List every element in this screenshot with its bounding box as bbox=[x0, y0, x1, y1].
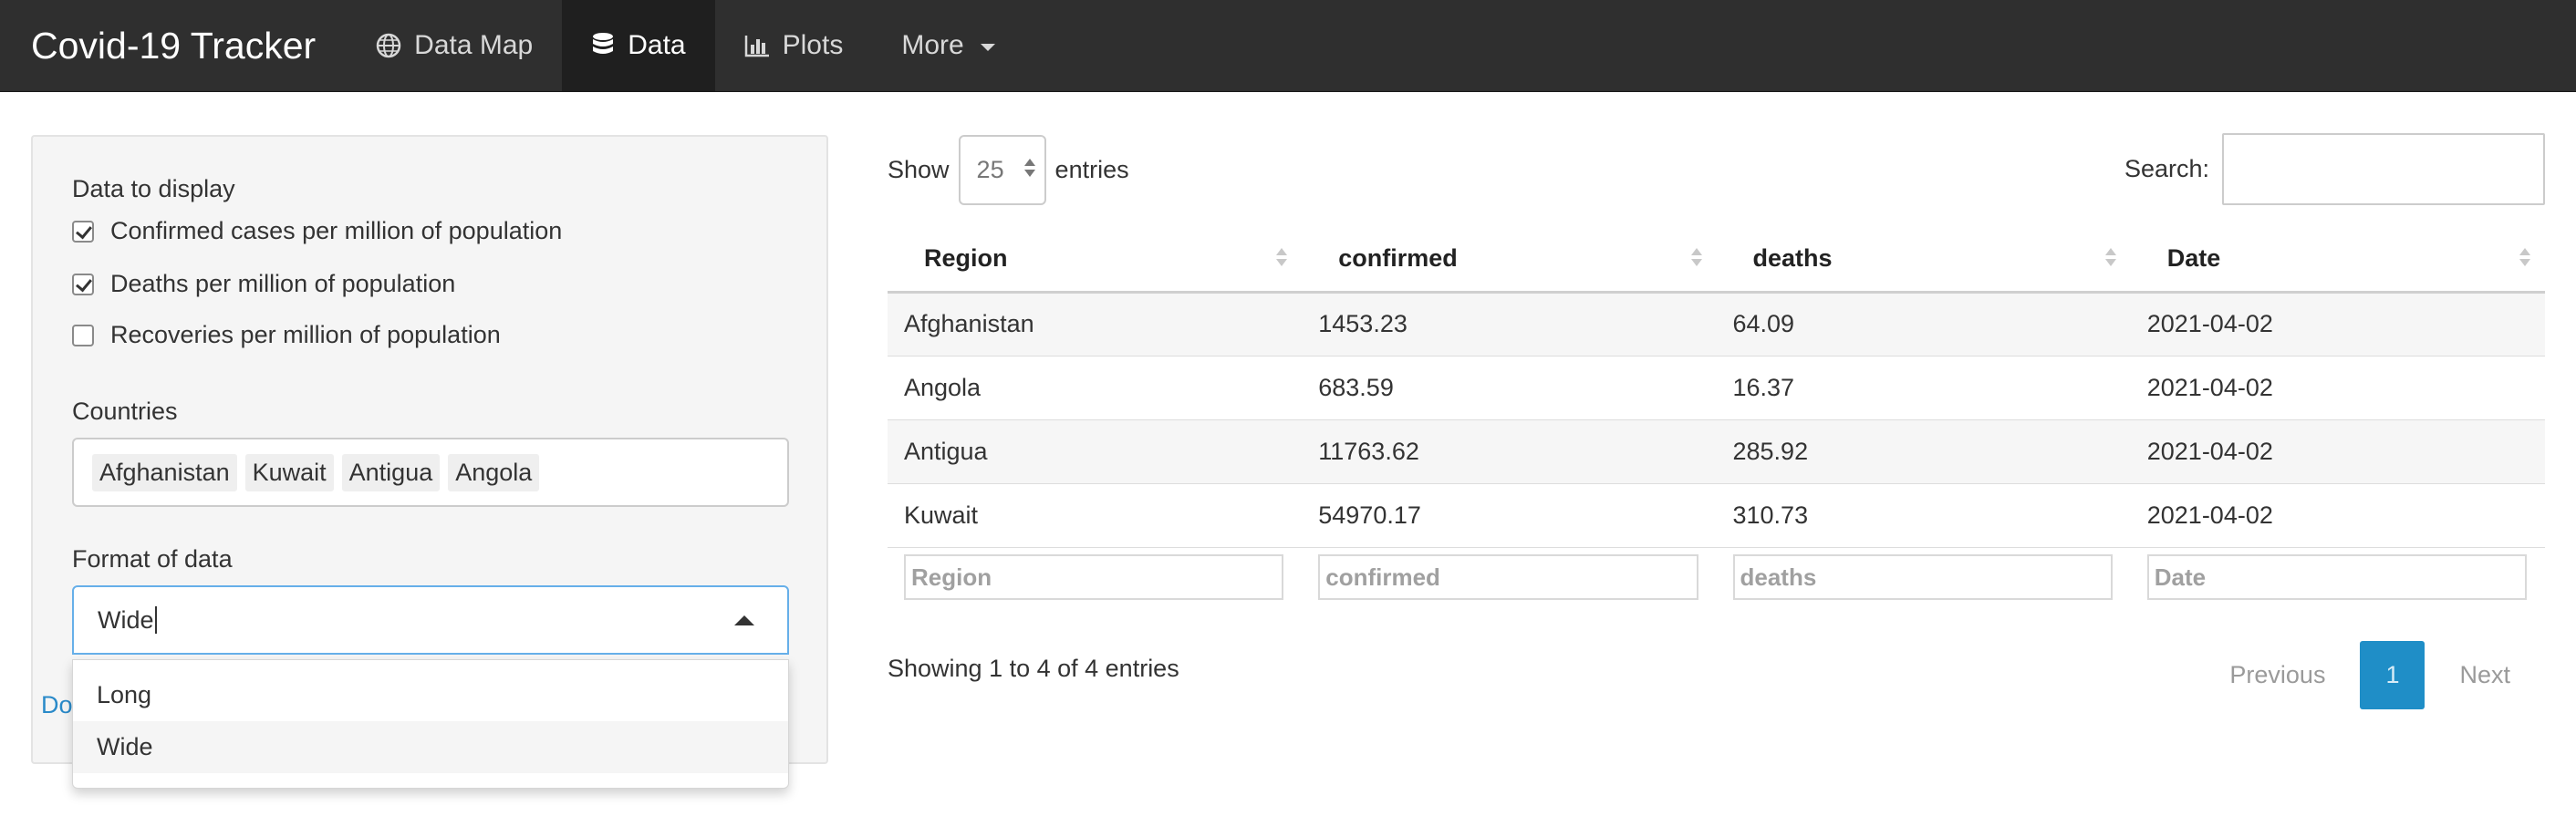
checkbox-checked-icon[interactable] bbox=[72, 273, 94, 295]
nav-data-map-label: Data Map bbox=[414, 30, 534, 60]
sort-icon bbox=[2104, 248, 2116, 266]
bar-chart-icon bbox=[744, 34, 770, 57]
table-cell: 64.09 bbox=[1716, 292, 2131, 356]
sort-icon bbox=[1276, 248, 1288, 266]
app-brand[interactable]: Covid-19 Tracker bbox=[0, 0, 347, 91]
column-filter-row: Region confirmed deaths Date bbox=[888, 547, 2545, 607]
filter-input-deaths[interactable]: deaths bbox=[1732, 554, 2113, 601]
table-cell: 1453.23 bbox=[1302, 292, 1717, 356]
search-label: Search: bbox=[2124, 155, 2209, 182]
table-cell: Antigua bbox=[888, 419, 1303, 484]
countries-label: Countries bbox=[72, 398, 178, 425]
checkbox-unchecked-icon[interactable] bbox=[72, 324, 94, 346]
nav-data-label: Data bbox=[628, 30, 686, 60]
nav-data-map[interactable]: Data Map bbox=[347, 0, 562, 91]
nav-plots[interactable]: Plots bbox=[715, 0, 873, 91]
table-row: Kuwait 54970.17 310.73 2021-04-02 bbox=[888, 483, 2545, 548]
country-chip[interactable]: Angola bbox=[448, 453, 540, 491]
checkbox-recoveries-label: Recoveries per million of population bbox=[110, 321, 501, 348]
nav-more-label: More bbox=[901, 30, 964, 60]
search-input[interactable] bbox=[2222, 133, 2545, 205]
filter-input-confirmed[interactable]: confirmed bbox=[1318, 554, 1698, 601]
filter-cell: Date bbox=[2130, 547, 2545, 607]
entries-label: entries bbox=[1054, 156, 1129, 183]
filter-cell: confirmed bbox=[1302, 547, 1717, 607]
globe-icon bbox=[376, 33, 401, 58]
column-header-label: Date bbox=[2166, 243, 2221, 272]
table-search: Search: bbox=[2124, 133, 2545, 205]
table-row: Afghanistan 1453.23 64.09 2021-04-02 bbox=[888, 292, 2545, 356]
entries-select[interactable]: 25 bbox=[958, 135, 1046, 205]
table-info: Showing 1 to 4 of 4 entries bbox=[888, 655, 1179, 682]
caret-up-icon[interactable] bbox=[734, 615, 754, 625]
format-option-wide[interactable]: Wide bbox=[73, 721, 788, 773]
previous-button[interactable]: Previous bbox=[2195, 641, 2360, 709]
column-header-region[interactable]: Region bbox=[888, 226, 1303, 294]
filter-input-date[interactable]: Date bbox=[2146, 554, 2527, 601]
navbar: Covid-19 Tracker Data Map Data Plots Mor… bbox=[0, 0, 2576, 92]
table-cell: 2021-04-02 bbox=[2130, 356, 2545, 420]
nav-more[interactable]: More bbox=[872, 0, 1023, 91]
checkbox-deaths[interactable]: Deaths per million of population bbox=[72, 270, 455, 298]
length-control: Show 25 entries bbox=[888, 135, 1129, 205]
column-header-confirmed[interactable]: confirmed bbox=[1302, 226, 1717, 294]
database-icon bbox=[591, 32, 615, 59]
format-option-long[interactable]: Long bbox=[73, 669, 788, 721]
countries-multiselect[interactable]: Afghanistan Kuwait Antigua Angola bbox=[72, 438, 789, 507]
table-cell: Afghanistan bbox=[888, 292, 1303, 356]
country-chip[interactable]: Antigua bbox=[341, 453, 441, 491]
country-chip[interactable]: Afghanistan bbox=[92, 453, 237, 491]
next-button[interactable]: Next bbox=[2425, 641, 2545, 709]
data-to-display-label: Data to display bbox=[72, 175, 235, 202]
select-arrows-icon bbox=[1023, 159, 1035, 177]
download-link[interactable]: Do bbox=[41, 691, 73, 719]
checkbox-confirmed[interactable]: Confirmed cases per million of populatio… bbox=[72, 217, 562, 245]
table-cell: 2021-04-02 bbox=[2130, 292, 2545, 356]
checkbox-confirmed-label: Confirmed cases per million of populatio… bbox=[110, 217, 563, 244]
filter-input-region[interactable]: Region bbox=[904, 554, 1284, 601]
table-row: Angola 683.59 16.37 2021-04-02 bbox=[888, 356, 2545, 420]
filter-cell: deaths bbox=[1716, 547, 2131, 607]
table-cell: Kuwait bbox=[888, 483, 1303, 548]
table-cell: Angola bbox=[888, 356, 1303, 420]
nav-data[interactable]: Data bbox=[562, 0, 715, 91]
column-header-deaths[interactable]: deaths bbox=[1716, 226, 2131, 294]
column-header-label: Region bbox=[924, 243, 1008, 272]
filter-cell: Region bbox=[888, 547, 1303, 607]
table-cell: 310.73 bbox=[1716, 483, 2131, 548]
sort-icon bbox=[1690, 248, 1702, 266]
sort-icon bbox=[2519, 248, 2530, 266]
format-dropdown: Long Wide bbox=[72, 659, 789, 789]
format-select-value: Wide bbox=[98, 605, 154, 634]
caret-down-icon bbox=[980, 44, 995, 51]
format-select[interactable]: Wide bbox=[72, 585, 789, 655]
column-header-date[interactable]: Date bbox=[2130, 226, 2545, 294]
table-cell: 683.59 bbox=[1302, 356, 1717, 420]
data-table: Region confirmed deaths Date Afghanistan… bbox=[888, 226, 2545, 607]
table-cell: 54970.17 bbox=[1302, 483, 1717, 548]
country-chip[interactable]: Kuwait bbox=[244, 453, 334, 491]
page-1-button[interactable]: 1 bbox=[2360, 641, 2425, 709]
pagination: Previous 1 Next bbox=[2195, 641, 2545, 709]
show-label: Show bbox=[888, 156, 950, 183]
text-cursor bbox=[154, 606, 157, 634]
sidebar-panel: Data to display Confirmed cases per mill… bbox=[31, 135, 828, 789]
entries-select-value: 25 bbox=[976, 156, 1004, 183]
table-cell: 2021-04-02 bbox=[2130, 419, 2545, 484]
table-row: Antigua 11763.62 285.92 2021-04-02 bbox=[888, 419, 2545, 484]
column-header-label: confirmed bbox=[1338, 243, 1458, 272]
nav-plots-label: Plots bbox=[782, 30, 844, 60]
table-cell: 285.92 bbox=[1716, 419, 2131, 484]
checkbox-checked-icon[interactable] bbox=[72, 220, 94, 243]
column-header-label: deaths bbox=[1752, 243, 1833, 272]
table-header-row: Region confirmed deaths Date bbox=[888, 226, 2545, 294]
table-cell: 2021-04-02 bbox=[2130, 483, 2545, 548]
checkbox-deaths-label: Deaths per million of population bbox=[110, 270, 456, 297]
checkbox-recoveries[interactable]: Recoveries per million of population bbox=[72, 321, 501, 349]
format-of-data-label: Format of data bbox=[72, 545, 233, 573]
table-cell: 11763.62 bbox=[1302, 419, 1717, 484]
table-cell: 16.37 bbox=[1716, 356, 2131, 420]
